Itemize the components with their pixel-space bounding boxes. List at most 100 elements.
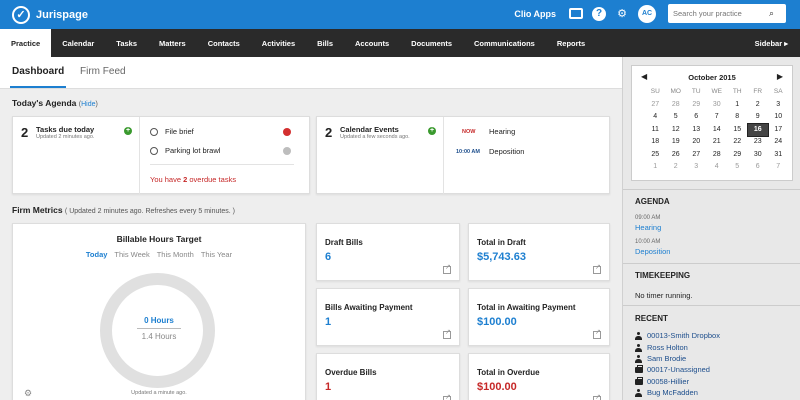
hide-agenda-link[interactable]: Hide xyxy=(81,101,95,108)
calendar-day[interactable]: 4 xyxy=(645,111,666,124)
recent-item[interactable]: Sam Brodie xyxy=(635,354,686,363)
nav-practice[interactable]: Practice xyxy=(0,29,52,57)
calendar-day[interactable]: 10 xyxy=(768,111,789,124)
event-title[interactable]: Deposition xyxy=(489,147,524,156)
period-today[interactable]: Today xyxy=(86,250,108,259)
recent-item[interactable]: Bug McFadden xyxy=(635,388,698,397)
period-this-week[interactable]: This Week xyxy=(114,250,149,259)
calendar-day[interactable]: 2 xyxy=(666,161,687,174)
calendar-day[interactable]: 20 xyxy=(686,136,707,149)
calendar-day[interactable]: 24 xyxy=(768,136,789,149)
calendar-day[interactable]: 11 xyxy=(645,124,666,137)
calendar-day[interactable]: 1 xyxy=(645,161,666,174)
external-link-icon[interactable] xyxy=(593,328,601,339)
calendar-day[interactable]: 19 xyxy=(666,136,687,149)
calendar-day[interactable]: 30 xyxy=(748,149,769,162)
external-link-icon[interactable] xyxy=(443,393,451,400)
app-title[interactable]: Jurispage xyxy=(36,9,88,21)
external-link-icon[interactable] xyxy=(593,393,601,400)
inbox-icon[interactable] xyxy=(568,6,584,22)
period-this-year[interactable]: This Year xyxy=(201,250,232,259)
task-checkbox[interactable] xyxy=(150,127,158,136)
calendar-day[interactable]: 30 xyxy=(707,99,728,112)
nav-contacts[interactable]: Contacts xyxy=(197,29,251,57)
external-link-icon[interactable] xyxy=(443,328,451,339)
nav-bills[interactable]: Bills xyxy=(306,29,344,57)
calendar-day[interactable]: 21 xyxy=(707,136,728,149)
overdue-bills-card[interactable]: Overdue Bills 1 xyxy=(316,353,460,400)
nav-documents[interactable]: Documents xyxy=(400,29,463,57)
period-this-month[interactable]: This Month xyxy=(157,250,194,259)
nav-activities[interactable]: Activities xyxy=(251,29,306,57)
clio-apps-link[interactable]: Clio Apps xyxy=(514,9,556,19)
search-box[interactable]: ⌕ xyxy=(668,4,786,23)
calendar-day[interactable]: 22 xyxy=(727,136,748,149)
calendar-day[interactable]: 9 xyxy=(748,111,769,124)
overdue-tasks-notice[interactable]: You have 2 overdue tasks xyxy=(150,175,236,184)
bills-awaiting-card[interactable]: Bills Awaiting Payment 1 xyxy=(316,288,460,346)
total-in-draft-card[interactable]: Total in Draft $5,743.63 xyxy=(468,223,610,281)
events-heading[interactable]: Calendar Events xyxy=(340,125,399,134)
add-task-plus-icon[interactable]: + xyxy=(124,127,132,135)
total-awaiting-card[interactable]: Total in Awaiting Payment $100.00 xyxy=(468,288,610,346)
calendar-day[interactable]: 17 xyxy=(768,124,789,137)
calendar-day[interactable]: 15 xyxy=(727,124,748,137)
calendar-day[interactable]: 13 xyxy=(686,124,707,137)
calendar-day[interactable]: 27 xyxy=(686,149,707,162)
search-icon[interactable]: ⌕ xyxy=(769,8,774,19)
calendar-day[interactable]: 16 xyxy=(746,122,769,137)
calendar-day[interactable]: 31 xyxy=(768,149,789,162)
calendar-day[interactable]: 12 xyxy=(666,124,687,137)
calendar-day[interactable]: 1 xyxy=(727,99,748,112)
calendar-day[interactable]: 29 xyxy=(686,99,707,112)
nav-reports[interactable]: Reports xyxy=(546,29,596,57)
calendar-day[interactable]: 25 xyxy=(645,149,666,162)
calendar-day[interactable]: 23 xyxy=(748,136,769,149)
calendar-day[interactable]: 5 xyxy=(666,111,687,124)
calendar-day[interactable]: 6 xyxy=(686,111,707,124)
checkmark-logo-icon[interactable]: ✓ xyxy=(12,5,30,24)
calendar-day[interactable]: 29 xyxy=(727,149,748,162)
draft-bills-card[interactable]: Draft Bills 6 xyxy=(316,223,460,281)
calendar-day[interactable]: 8 xyxy=(727,111,748,124)
gear-icon[interactable]: ⚙ xyxy=(614,6,630,22)
nav-accounts[interactable]: Accounts xyxy=(344,29,400,57)
task-label[interactable]: Parking lot brawl xyxy=(165,146,220,155)
avatar[interactable]: AC xyxy=(638,4,656,23)
external-link-icon[interactable] xyxy=(593,263,601,274)
help-icon[interactable]: ? xyxy=(592,6,606,21)
recent-item[interactable]: 00058-Hillier xyxy=(635,376,689,386)
calendar-day[interactable]: 28 xyxy=(707,149,728,162)
calendar-day[interactable]: 5 xyxy=(727,161,748,174)
nav-communications[interactable]: Communications xyxy=(463,29,546,57)
search-input[interactable] xyxy=(673,9,769,18)
calendar-day[interactable]: 4 xyxy=(707,161,728,174)
task-item[interactable]: Parking lot brawl xyxy=(150,146,220,155)
nav-calendar[interactable]: Calendar xyxy=(51,29,105,57)
calendar-day[interactable]: 7 xyxy=(707,111,728,124)
calendar-day[interactable]: 3 xyxy=(686,161,707,174)
agenda-link[interactable]: Hearing xyxy=(635,223,661,232)
calendar-day[interactable]: 3 xyxy=(768,99,789,112)
add-event-plus-icon[interactable]: + xyxy=(428,127,436,135)
task-label[interactable]: File brief xyxy=(165,127,194,136)
recent-item[interactable]: 00017-Unassigned xyxy=(635,364,710,374)
task-checkbox[interactable] xyxy=(150,146,158,155)
next-month-icon[interactable]: ▶ xyxy=(777,72,783,81)
calendar-day[interactable]: 2 xyxy=(748,99,769,112)
calendar-day[interactable]: 27 xyxy=(645,99,666,112)
calendar-day[interactable]: 26 xyxy=(666,149,687,162)
tab-firm-feed[interactable]: Firm Feed xyxy=(80,66,126,77)
external-link-icon[interactable] xyxy=(443,263,451,274)
calendar-day[interactable]: 18 xyxy=(645,136,666,149)
nav-tasks[interactable]: Tasks xyxy=(105,29,148,57)
event-title[interactable]: Hearing xyxy=(489,127,515,136)
calendar-day[interactable]: 14 xyxy=(707,124,728,137)
calendar-day[interactable]: 28 xyxy=(666,99,687,112)
agenda-link[interactable]: Deposition xyxy=(635,247,670,256)
calendar-day[interactable]: 7 xyxy=(768,161,789,174)
tasks-heading[interactable]: Tasks due today xyxy=(36,125,94,134)
nav-matters[interactable]: Matters xyxy=(148,29,197,57)
recent-item[interactable]: Ross Holton xyxy=(635,343,688,352)
recent-item[interactable]: 00013-Smith Dropbox xyxy=(635,331,720,340)
